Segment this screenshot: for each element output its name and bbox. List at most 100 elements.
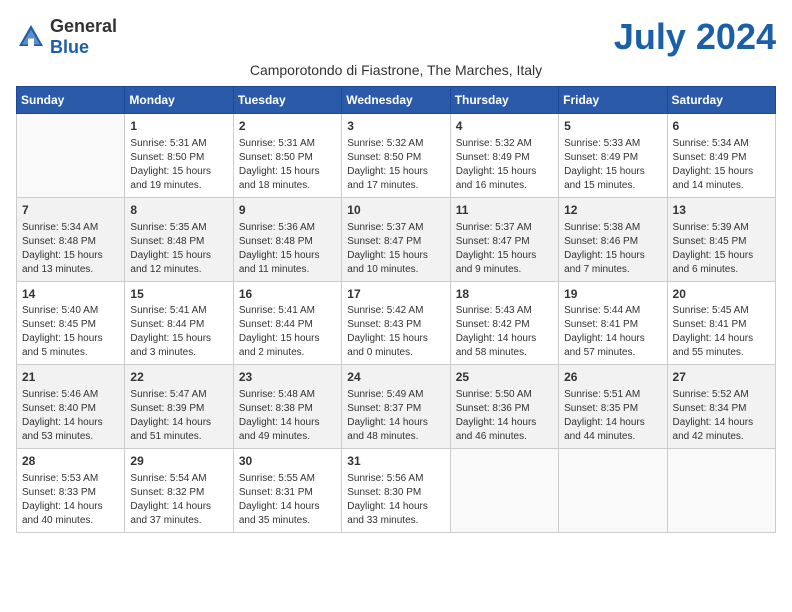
day-info: Sunrise: 5:53 AM Sunset: 8:33 PM Dayligh… <box>22 472 119 528</box>
day-number: 28 <box>22 453 119 470</box>
day-number: 19 <box>564 286 661 303</box>
table-row: 11 Sunrise: 5:37 AM Sunset: 8:47 PM Dayli… <box>450 197 558 281</box>
day-number: 11 <box>456 202 553 219</box>
table-row: 16Sunrise: 5:41 AM Sunset: 8:44 PM Dayli… <box>233 281 341 365</box>
day-number: 14 <box>22 286 119 303</box>
calendar-week-row: 1 Sunrise: 5:31 AM Sunset: 8:50 PM Daylig… <box>17 114 776 198</box>
table-row: 17Sunrise: 5:42 AM Sunset: 8:43 PM Dayli… <box>342 281 450 365</box>
header-thursday: Thursday <box>450 87 558 114</box>
day-info: Sunrise: 5:44 AM Sunset: 8:41 PM Dayligh… <box>564 304 661 360</box>
header-wednesday: Wednesday <box>342 87 450 114</box>
day-number: 26 <box>564 369 661 386</box>
table-row: 3Sunrise: 5:32 AM Sunset: 8:50 PM Daylig… <box>342 114 450 198</box>
table-row: 5 Sunrise: 5:33 AM Sunset: 8:49 PM Daylig… <box>559 114 667 198</box>
calendar-week-row: 28 Sunrise: 5:53 AM Sunset: 8:33 PM Dayli… <box>17 449 776 533</box>
day-number: 7 <box>22 202 119 219</box>
day-number: 16 <box>239 286 336 303</box>
day-number: 18 <box>456 286 553 303</box>
day-info: Sunrise: 5:33 AM Sunset: 8:49 PM Dayligh… <box>564 137 661 193</box>
table-row: 13 Sunrise: 5:39 AM Sunset: 8:45 PM Dayli… <box>667 197 775 281</box>
day-number: 25 <box>456 369 553 386</box>
table-row: 7Sunrise: 5:34 AM Sunset: 8:48 PM Daylig… <box>17 197 125 281</box>
day-info: Sunrise: 5:36 AM Sunset: 8:48 PM Dayligh… <box>239 221 336 277</box>
day-info: Sunrise: 5:51 AM Sunset: 8:35 PM Dayligh… <box>564 388 661 444</box>
day-number: 5 <box>564 118 661 135</box>
location-title: Camporotondo di Fiastrone, The Marches, … <box>16 62 776 78</box>
calendar-table: Sunday Monday Tuesday Wednesday Thursday… <box>16 86 776 533</box>
table-row: 29 Sunrise: 5:54 AM Sunset: 8:32 PM Dayli… <box>125 449 233 533</box>
day-info: Sunrise: 5:41 AM Sunset: 8:44 PM Dayligh… <box>239 304 336 360</box>
day-number: 9 <box>239 202 336 219</box>
calendar-header-row: Sunday Monday Tuesday Wednesday Thursday… <box>17 87 776 114</box>
day-number: 20 <box>673 286 770 303</box>
table-row: 24 Sunrise: 5:49 AM Sunset: 8:37 PM Dayli… <box>342 365 450 449</box>
day-info: Sunrise: 5:32 AM Sunset: 8:49 PM Dayligh… <box>456 137 553 193</box>
table-row: 8 Sunrise: 5:35 AM Sunset: 8:48 PM Daylig… <box>125 197 233 281</box>
table-row <box>559 449 667 533</box>
day-info: Sunrise: 5:42 AM Sunset: 8:43 PM Dayligh… <box>347 304 444 360</box>
table-row: 26 Sunrise: 5:51 AM Sunset: 8:35 PM Dayli… <box>559 365 667 449</box>
day-info: Sunrise: 5:35 AM Sunset: 8:48 PM Dayligh… <box>130 221 227 277</box>
day-number: 13 <box>673 202 770 219</box>
month-title: July 2024 <box>614 16 776 58</box>
day-info: Sunrise: 5:50 AM Sunset: 8:36 PM Dayligh… <box>456 388 553 444</box>
header-sunday: Sunday <box>17 87 125 114</box>
day-info: Sunrise: 5:38 AM Sunset: 8:46 PM Dayligh… <box>564 221 661 277</box>
day-info: Sunrise: 5:37 AM Sunset: 8:47 PM Dayligh… <box>456 221 553 277</box>
day-number: 17 <box>347 286 444 303</box>
day-number: 10 <box>347 202 444 219</box>
day-number: 22 <box>130 369 227 386</box>
day-number: 2 <box>239 118 336 135</box>
table-row: 10 Sunrise: 5:37 AM Sunset: 8:47 PM Dayli… <box>342 197 450 281</box>
logo-general: General <box>50 16 117 36</box>
day-number: 12 <box>564 202 661 219</box>
day-number: 23 <box>239 369 336 386</box>
table-row: 20Sunrise: 5:45 AM Sunset: 8:41 PM Dayli… <box>667 281 775 365</box>
day-info: Sunrise: 5:40 AM Sunset: 8:45 PM Dayligh… <box>22 304 119 360</box>
day-number: 8 <box>130 202 227 219</box>
day-info: Sunrise: 5:46 AM Sunset: 8:40 PM Dayligh… <box>22 388 119 444</box>
day-number: 1 <box>130 118 227 135</box>
day-number: 31 <box>347 453 444 470</box>
day-info: Sunrise: 5:47 AM Sunset: 8:39 PM Dayligh… <box>130 388 227 444</box>
calendar-week-row: 21Sunrise: 5:46 AM Sunset: 8:40 PM Dayli… <box>17 365 776 449</box>
table-row: 1 Sunrise: 5:31 AM Sunset: 8:50 PM Daylig… <box>125 114 233 198</box>
table-row: 31 Sunrise: 5:56 AM Sunset: 8:30 PM Dayli… <box>342 449 450 533</box>
day-info: Sunrise: 5:49 AM Sunset: 8:37 PM Dayligh… <box>347 388 444 444</box>
table-row: 22 Sunrise: 5:47 AM Sunset: 8:39 PM Dayli… <box>125 365 233 449</box>
header-saturday: Saturday <box>667 87 775 114</box>
day-number: 30 <box>239 453 336 470</box>
table-row: 2 Sunrise: 5:31 AM Sunset: 8:50 PM Daylig… <box>233 114 341 198</box>
day-info: Sunrise: 5:41 AM Sunset: 8:44 PM Dayligh… <box>130 304 227 360</box>
day-number: 29 <box>130 453 227 470</box>
day-info: Sunrise: 5:34 AM Sunset: 8:49 PM Dayligh… <box>673 137 770 193</box>
day-info: Sunrise: 5:48 AM Sunset: 8:38 PM Dayligh… <box>239 388 336 444</box>
table-row: 14Sunrise: 5:40 AM Sunset: 8:45 PM Dayli… <box>17 281 125 365</box>
day-info: Sunrise: 5:37 AM Sunset: 8:47 PM Dayligh… <box>347 221 444 277</box>
table-row <box>450 449 558 533</box>
day-info: Sunrise: 5:39 AM Sunset: 8:45 PM Dayligh… <box>673 221 770 277</box>
day-info: Sunrise: 5:31 AM Sunset: 8:50 PM Dayligh… <box>130 137 227 193</box>
table-row: 15Sunrise: 5:41 AM Sunset: 8:44 PM Dayli… <box>125 281 233 365</box>
day-number: 24 <box>347 369 444 386</box>
day-number: 15 <box>130 286 227 303</box>
table-row: 27Sunrise: 5:52 AM Sunset: 8:34 PM Dayli… <box>667 365 775 449</box>
day-info: Sunrise: 5:56 AM Sunset: 8:30 PM Dayligh… <box>347 472 444 528</box>
table-row <box>17 114 125 198</box>
table-row: 19Sunrise: 5:44 AM Sunset: 8:41 PM Dayli… <box>559 281 667 365</box>
day-number: 4 <box>456 118 553 135</box>
day-info: Sunrise: 5:43 AM Sunset: 8:42 PM Dayligh… <box>456 304 553 360</box>
logo: General Blue <box>16 16 117 58</box>
table-row <box>667 449 775 533</box>
header-tuesday: Tuesday <box>233 87 341 114</box>
day-number: 27 <box>673 369 770 386</box>
table-row: 21Sunrise: 5:46 AM Sunset: 8:40 PM Dayli… <box>17 365 125 449</box>
table-row: 28 Sunrise: 5:53 AM Sunset: 8:33 PM Dayli… <box>17 449 125 533</box>
day-info: Sunrise: 5:32 AM Sunset: 8:50 PM Dayligh… <box>347 137 444 193</box>
table-row: 4 Sunrise: 5:32 AM Sunset: 8:49 PM Daylig… <box>450 114 558 198</box>
table-row: 12 Sunrise: 5:38 AM Sunset: 8:46 PM Dayli… <box>559 197 667 281</box>
day-info: Sunrise: 5:31 AM Sunset: 8:50 PM Dayligh… <box>239 137 336 193</box>
day-info: Sunrise: 5:55 AM Sunset: 8:31 PM Dayligh… <box>239 472 336 528</box>
day-info: Sunrise: 5:54 AM Sunset: 8:32 PM Dayligh… <box>130 472 227 528</box>
calendar-week-row: 14Sunrise: 5:40 AM Sunset: 8:45 PM Dayli… <box>17 281 776 365</box>
